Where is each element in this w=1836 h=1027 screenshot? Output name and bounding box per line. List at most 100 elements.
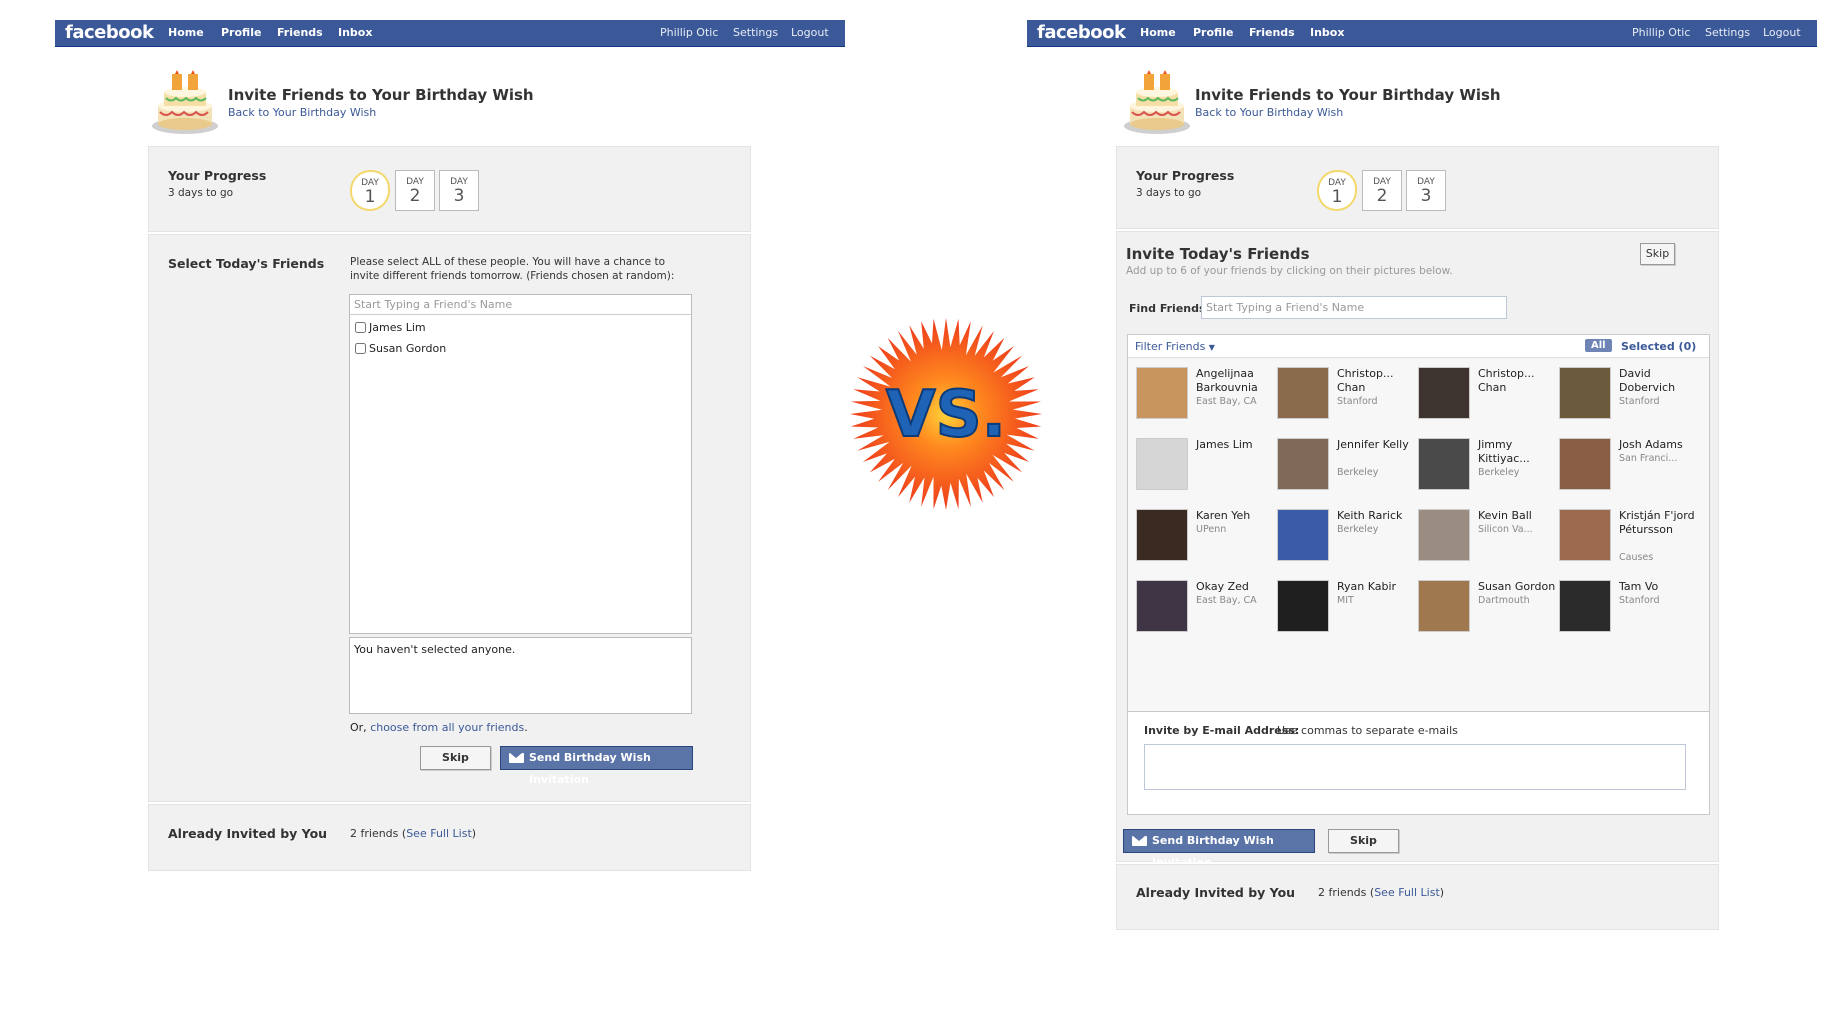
left-panel: facebook Home Profile Friends Inbox Phil… bbox=[0, 0, 845, 1027]
friend-tile[interactable]: Susan Gordon Dartmouth bbox=[1418, 580, 1558, 646]
friend-tile[interactable]: David Dobervich Stanford bbox=[1559, 367, 1699, 433]
see-full-list-link[interactable]: See Full List bbox=[1374, 886, 1440, 899]
friend-photo[interactable] bbox=[1277, 438, 1329, 490]
nav-inbox[interactable]: Inbox bbox=[1310, 26, 1344, 39]
friend-name: Kevin Ball bbox=[1478, 509, 1532, 522]
nav-home[interactable]: Home bbox=[1140, 26, 1176, 39]
already-invited-section: Already Invited by You 2 friends (See Fu… bbox=[1116, 864, 1719, 930]
friend-network: Stanford bbox=[1619, 595, 1660, 606]
see-full-list-link[interactable]: See Full List bbox=[406, 827, 472, 840]
friend-tile[interactable]: Okay Zed East Bay, CA bbox=[1136, 580, 1276, 646]
friend-tile[interactable]: Keith Rarick Berkeley bbox=[1277, 509, 1417, 575]
friend-name: Ryan Kabir bbox=[1337, 580, 1397, 593]
friend-tile[interactable]: Kevin Ball Silicon Va... bbox=[1418, 509, 1558, 575]
friend-tile[interactable]: Ryan Kabir MIT bbox=[1277, 580, 1417, 646]
friend-search-input[interactable] bbox=[350, 295, 691, 315]
friend-tile[interactable]: Jimmy Kittiyac... Berkeley bbox=[1418, 438, 1558, 504]
friend-photo[interactable] bbox=[1418, 367, 1470, 419]
envelope-icon bbox=[1132, 836, 1147, 846]
friend-network: Stanford bbox=[1337, 396, 1378, 407]
friend-tile[interactable]: Karen Yeh UPenn bbox=[1136, 509, 1276, 575]
invited-count-line: 2 friends (See Full List) bbox=[350, 827, 476, 840]
paren-close: ) bbox=[471, 827, 477, 840]
nav-profile[interactable]: Profile bbox=[1193, 26, 1233, 39]
send-invitation-button[interactable]: Send Birthday Wish Invitation bbox=[1123, 829, 1315, 869]
nav-logout[interactable]: Logout bbox=[791, 26, 829, 39]
page-title: Invite Friends to Your Birthday Wish bbox=[228, 86, 534, 104]
friend-tile[interactable]: Tam Vo Stanford bbox=[1559, 580, 1699, 646]
friend-photo[interactable] bbox=[1418, 438, 1470, 490]
nav-home[interactable]: Home bbox=[168, 26, 204, 39]
nav-friends[interactable]: Friends bbox=[1249, 26, 1295, 39]
email-input[interactable] bbox=[1144, 744, 1686, 790]
nav-profile[interactable]: Profile bbox=[221, 26, 261, 39]
friend-option-label: James Lim bbox=[369, 321, 426, 334]
facebook-logo[interactable]: facebook bbox=[1037, 22, 1126, 43]
friend-option-james-lim[interactable]: James Lim bbox=[355, 321, 426, 334]
friend-photo[interactable] bbox=[1277, 367, 1329, 419]
filter-friends-dropdown[interactable]: Filter Friends ▼ bbox=[1135, 340, 1215, 353]
back-link[interactable]: Back to Your Birthday Wish bbox=[1195, 106, 1343, 119]
friend-tile[interactable]: Kristján F'jord Pétursson Causes bbox=[1559, 509, 1699, 575]
friend-photo[interactable] bbox=[1559, 509, 1611, 561]
birthday-cake-icon bbox=[152, 70, 218, 134]
back-link[interactable]: Back to Your Birthday Wish bbox=[228, 106, 376, 119]
invite-subtitle: Add up to 6 of your friends by clicking … bbox=[1126, 265, 1453, 277]
find-friends-input[interactable] bbox=[1201, 296, 1507, 319]
facebook-top-bar: facebook Home Profile Friends Inbox Phil… bbox=[1027, 20, 1817, 47]
friend-tile[interactable]: Christop... Chan Stanford bbox=[1277, 367, 1417, 433]
friend-checkbox[interactable] bbox=[355, 343, 366, 354]
nav-friends[interactable]: Friends bbox=[277, 26, 323, 39]
invited-count: 2 friends bbox=[350, 827, 399, 840]
friend-name: Angelijnaa Barkouvnia bbox=[1196, 367, 1258, 394]
friend-network: Berkeley bbox=[1337, 524, 1379, 535]
friend-tile[interactable]: Christop... Chan bbox=[1418, 367, 1558, 433]
day-number: 3 bbox=[1420, 186, 1432, 206]
skip-top-button[interactable]: Skip bbox=[1640, 243, 1675, 265]
progress-label: Your Progress bbox=[1136, 168, 1235, 183]
friend-picker: Filter Friends ▼ All Selected (0) Angeli… bbox=[1127, 334, 1710, 712]
friend-photo[interactable] bbox=[1277, 580, 1329, 632]
selected-status: You haven't selected anyone. bbox=[354, 643, 516, 656]
friend-photo[interactable] bbox=[1136, 367, 1188, 419]
skip-button[interactable]: Skip bbox=[420, 746, 491, 770]
friend-photo[interactable] bbox=[1136, 509, 1188, 561]
facebook-top-bar: facebook Home Profile Friends Inbox Phil… bbox=[55, 20, 845, 47]
friend-network: Berkeley bbox=[1478, 467, 1520, 478]
friend-photo[interactable] bbox=[1418, 509, 1470, 561]
friend-name: Karen Yeh bbox=[1196, 509, 1251, 522]
friend-photo[interactable] bbox=[1418, 580, 1470, 632]
friend-option-susan-gordon[interactable]: Susan Gordon bbox=[355, 342, 446, 355]
facebook-logo[interactable]: facebook bbox=[65, 22, 154, 43]
friend-tile[interactable]: Jennifer Kelly Berkeley bbox=[1277, 438, 1417, 504]
send-invitation-button[interactable]: Send Birthday Wish Invitation bbox=[500, 746, 693, 786]
skip-button[interactable]: Skip bbox=[1328, 829, 1399, 853]
friend-photo[interactable] bbox=[1277, 509, 1329, 561]
friend-tile[interactable]: Josh Adams San Franci... bbox=[1559, 438, 1699, 504]
friend-option-label: Susan Gordon bbox=[369, 342, 447, 355]
day-2-badge: DAY 2 bbox=[1362, 170, 1402, 211]
nav-settings[interactable]: Settings bbox=[733, 26, 778, 39]
filter-all-tab[interactable]: All bbox=[1585, 339, 1612, 352]
choose-from-all-friends-link[interactable]: choose from all your friends bbox=[370, 721, 524, 734]
friend-name: Christop... Chan bbox=[1337, 367, 1394, 394]
friend-photo[interactable] bbox=[1136, 438, 1188, 490]
friend-photo[interactable] bbox=[1559, 438, 1611, 490]
friend-tile[interactable]: James Lim bbox=[1136, 438, 1276, 504]
friend-checkbox[interactable] bbox=[355, 322, 366, 333]
friend-name: Kristján F'jord Pétursson bbox=[1619, 509, 1695, 536]
nav-user-name[interactable]: Phillip Otic bbox=[1632, 26, 1690, 39]
nav-user-name[interactable]: Phillip Otic bbox=[660, 26, 718, 39]
friend-tile[interactable]: Angelijnaa Barkouvnia East Bay, CA bbox=[1136, 367, 1276, 433]
friend-name: Okay Zed bbox=[1196, 580, 1249, 593]
nav-logout[interactable]: Logout bbox=[1763, 26, 1801, 39]
friend-photo[interactable] bbox=[1559, 367, 1611, 419]
friend-photo[interactable] bbox=[1136, 580, 1188, 632]
nav-settings[interactable]: Settings bbox=[1705, 26, 1750, 39]
nav-inbox[interactable]: Inbox bbox=[338, 26, 372, 39]
already-invited-label: Already Invited by You bbox=[168, 826, 328, 841]
friend-photo[interactable] bbox=[1559, 580, 1611, 632]
friend-name: Keith Rarick bbox=[1337, 509, 1403, 522]
friend-network: Dartmouth bbox=[1478, 595, 1530, 606]
filter-selected-tab[interactable]: Selected (0) bbox=[1621, 340, 1696, 353]
